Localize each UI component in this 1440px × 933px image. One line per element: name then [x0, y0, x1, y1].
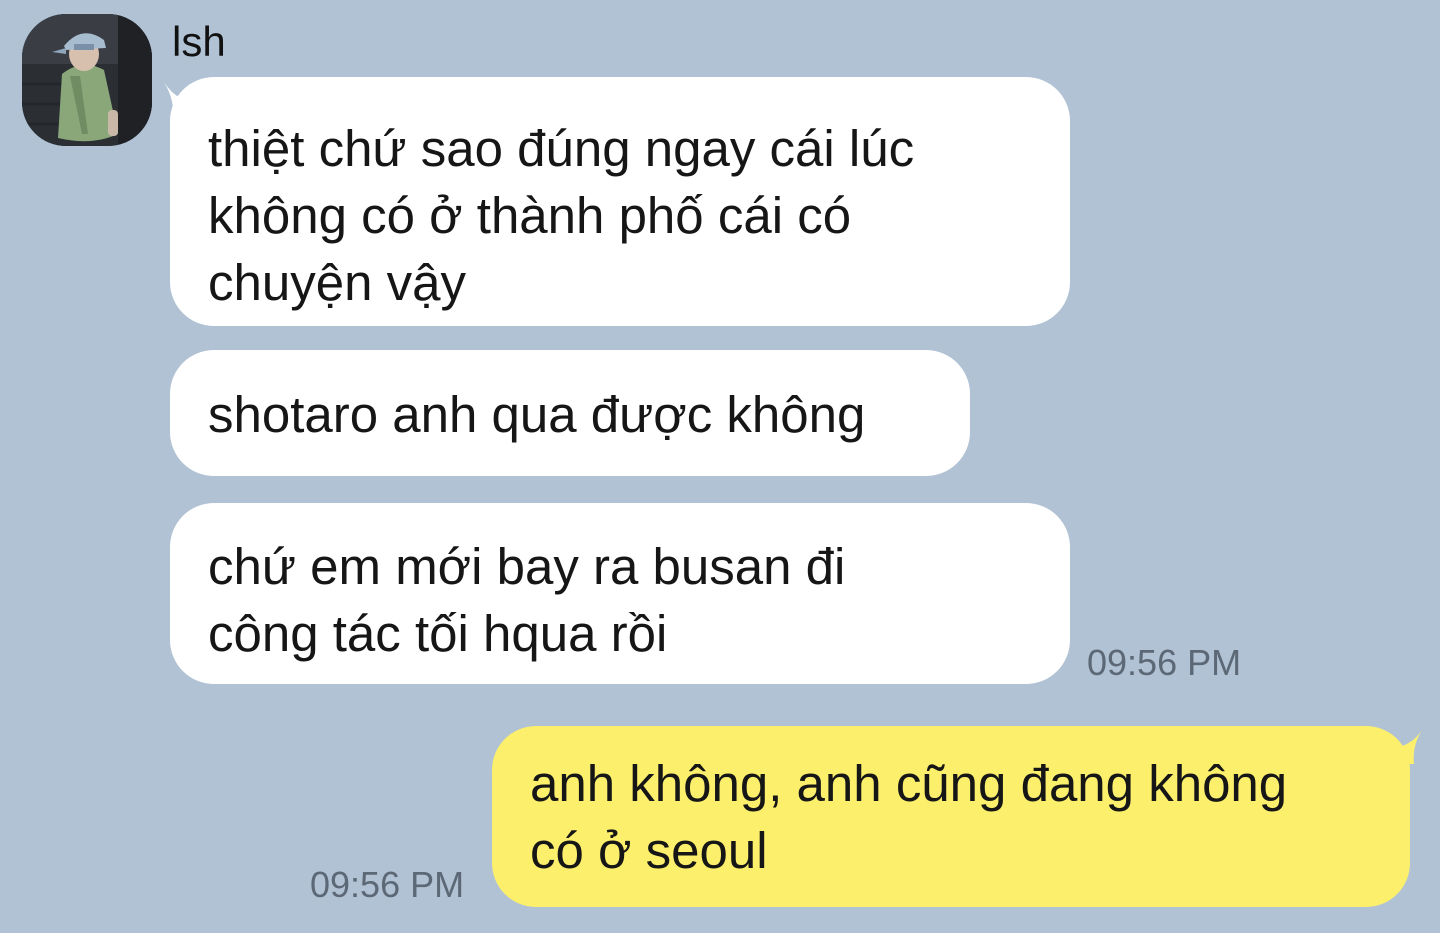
sender-name: lsh: [172, 18, 226, 65]
sender-avatar[interactable]: [22, 14, 152, 146]
message-text-line: chuyện vậy: [208, 254, 466, 311]
avatar-photo: [22, 14, 152, 146]
incoming-message-bubble[interactable]: shotaro anh qua được không: [170, 350, 970, 476]
incoming-message-bubble[interactable]: chứ em mới bay ra busan đi công tác tối …: [170, 503, 1070, 684]
message-text-line: thiệt chứ sao đúng ngay cái lúc: [208, 120, 915, 177]
incoming-message-bubble[interactable]: thiệt chứ sao đúng ngay cái lúc không có…: [170, 77, 1070, 326]
message-text-line: chứ em mới bay ra busan đi: [208, 538, 846, 595]
message-timestamp: 09:56 PM: [1087, 642, 1242, 683]
message-text-line: công tác tối hqua rồi: [208, 605, 668, 662]
message-text-line: anh không, anh cũng đang không: [530, 755, 1288, 812]
message-text-line: có ở seoul: [530, 822, 768, 879]
outgoing-message-bubble[interactable]: anh không, anh cũng đang không có ở seou…: [492, 726, 1410, 907]
message-text-line: không có ở thành phố cái có: [208, 187, 852, 244]
message-timestamp: 09:56 PM: [310, 864, 465, 905]
message-text-line: shotaro anh qua được không: [208, 386, 866, 443]
